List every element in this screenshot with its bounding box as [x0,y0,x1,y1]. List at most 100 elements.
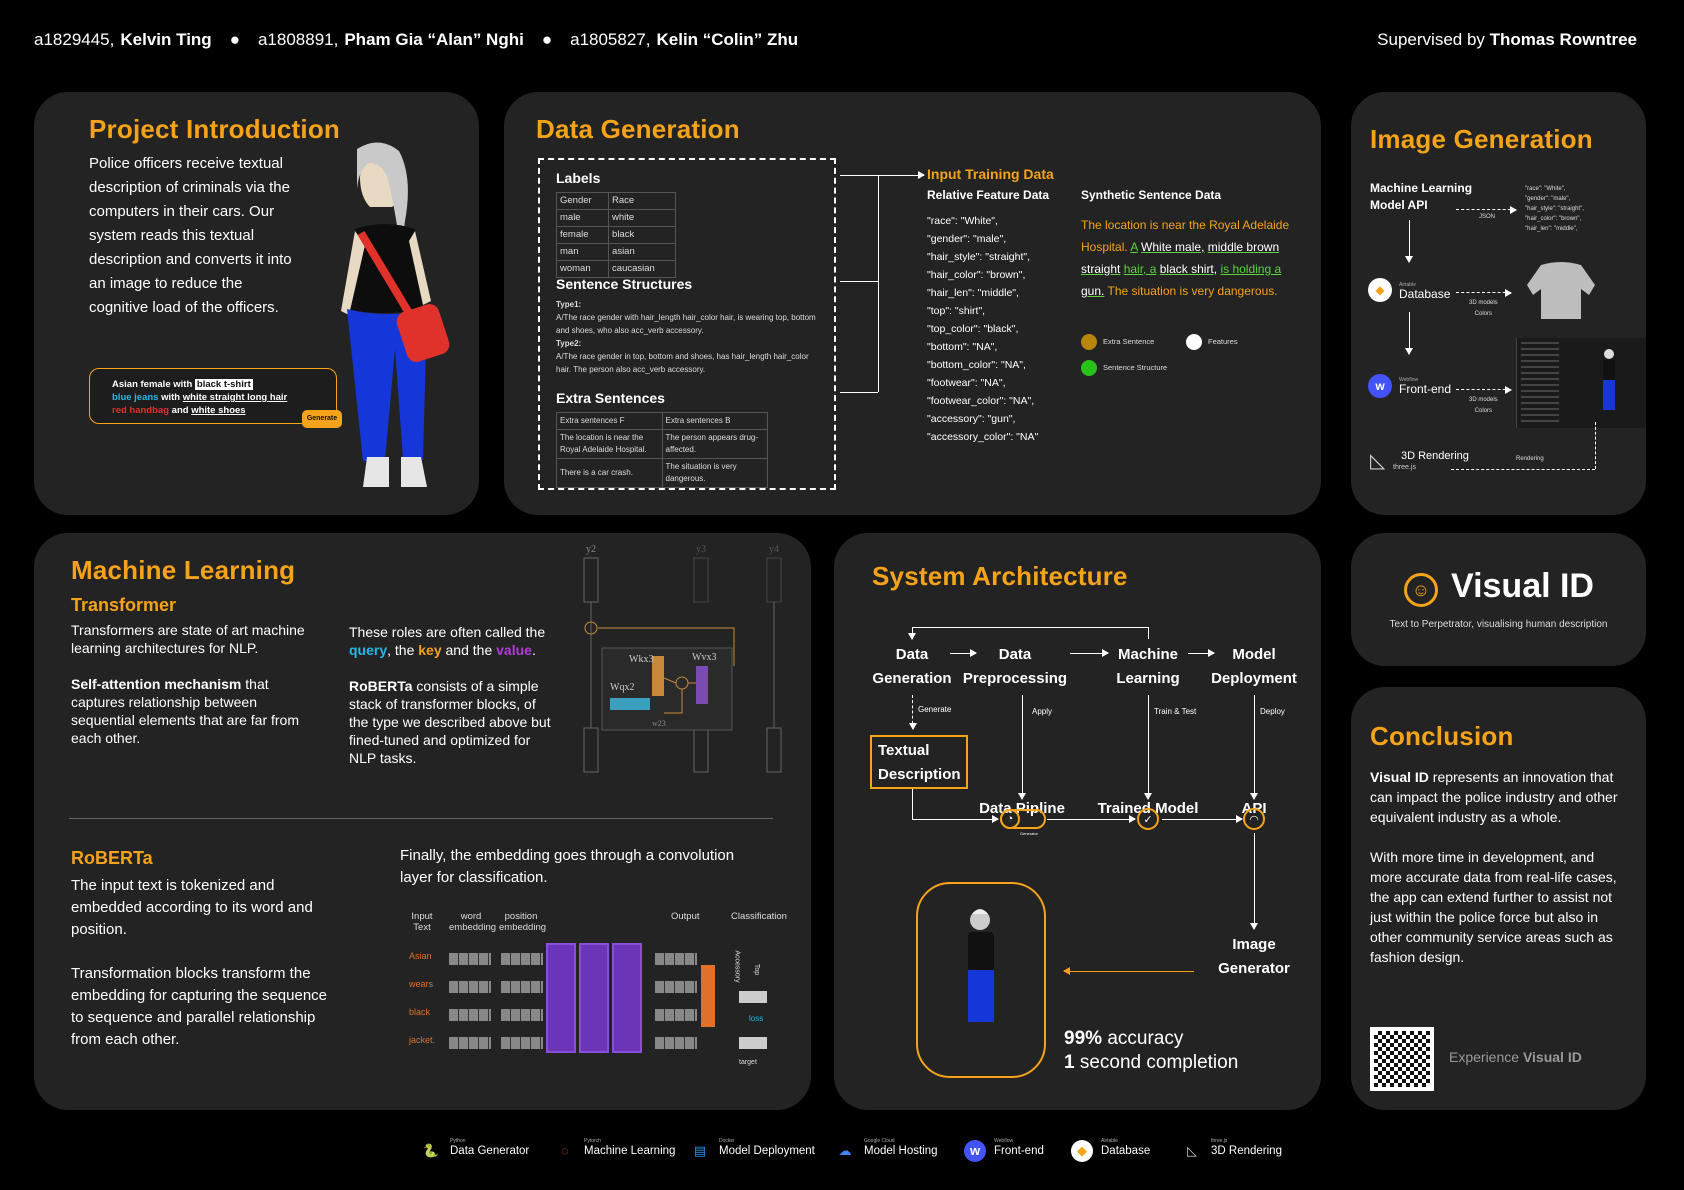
json-line: "hair_color": "brown", [1525,216,1582,222]
connector-arrow [1047,815,1136,823]
cta-prefix: Experience [1449,1049,1520,1065]
footer-label: Model Hosting [864,1145,938,1157]
json-line: "gender": "male", [1525,196,1571,202]
edge-train-test: Train & Test [1154,707,1197,716]
col-pos: position embedding [499,911,547,933]
extra-row: Extra sentences F Extra sentences B [556,412,768,430]
col-word: word embedding [449,911,497,933]
webflow-icon: w [964,1140,986,1162]
experience-cta[interactable]: Experience Visual ID [1449,1049,1582,1065]
imagegen-panel: Image Generation Machine Learning Model … [1351,92,1646,515]
wifi-icon: ◠ [1243,808,1265,830]
divider [69,818,773,819]
labels-cell: black [608,226,676,244]
x1-vector [583,727,599,773]
separator-dot: ● [541,30,553,49]
models-colors: 3D models Colors [1469,395,1498,417]
labels-table: Gender Race male white female black man asian wo… [555,192,676,278]
avatar-figure [341,142,450,487]
labels-cell: caucasian [608,260,676,278]
labels-cell: male [555,209,610,227]
labels-cell: white [608,209,676,227]
ml-p3-text: These roles are often called the [349,624,546,640]
footer-small: Pytorch [584,1138,601,1144]
synth-structure: is holding a [1220,262,1282,276]
key-vector [652,656,664,696]
stage-model-deployment: Model Deployment [1211,646,1297,687]
conclusion-title: Conclusion [1370,721,1514,751]
feature-item: "footwear_color": "NA", [927,395,1035,407]
position-embedding [501,1009,543,1021]
roberta-diagram: Input Text word embedding position embed… [399,911,799,1111]
roberta-heading: RoBERTa [71,848,153,868]
diag-wv: Wvx3 [692,652,716,663]
class-accessory: Accessory [733,950,741,983]
extra-cell: The location is near the Royal Adelaide … [556,429,663,459]
position-embedding [501,1037,543,1049]
connector-arrow [1405,220,1413,263]
generated-avatar [966,909,996,1030]
x4-vector [766,727,782,773]
conclusion-p1-bold: Visual ID [1370,769,1429,785]
author3-id: a1805827, [570,30,651,49]
models-label: 3D models [1469,397,1498,403]
roberta-text: The input text is tokenized and embedded… [71,875,341,1051]
qr-code[interactable] [1370,1027,1434,1091]
transformer-block [546,943,576,1053]
diag-y3: y3 [696,544,706,555]
output-embedding [655,1037,697,1049]
connector-arrow [1144,695,1152,800]
generator-small: Generator [1020,831,1039,836]
connector [878,175,879,392]
footer-label: Machine Learning [584,1145,676,1157]
models-colors: 3D models Colors [1469,298,1498,320]
output-embedding [655,981,697,993]
screenshot-list [1521,342,1559,422]
footer-small: Webflow [994,1138,1014,1144]
legend-label: Sentence Structure [1103,362,1168,372]
feedback-line [912,627,1148,628]
feature-item: "top_color": "black", [927,323,1019,335]
json-preview: "race": "White", "gender": "male", "hair_s… [1525,184,1584,234]
ml-p3-text: . [531,642,536,658]
feature-item: "hair_style": "straight", [927,251,1031,263]
edge-apply: Apply [1032,707,1053,716]
feature-item: "bottom_color": "NA", [927,359,1026,371]
generate-button[interactable]: Generate [302,410,342,428]
connector-arrow [1456,386,1512,394]
structures-heading: Sentence Structures [556,276,693,292]
arch-panel: System Architecture Data Generation Data… [834,533,1321,1110]
pytorch-icon: ◌ [561,1143,569,1158]
synth-structure: A [1130,240,1138,254]
colors-label: Colors [1474,311,1493,317]
ml-p2-bold: Self-attention mechanism [71,676,242,692]
y3-vector [693,557,709,603]
airtable-icon: ◆ [1071,1140,1093,1162]
imagegen-title: Image Generation [1370,124,1593,154]
y2-vector [583,557,599,603]
connector-arrow [1405,312,1413,355]
labels-row: female black [555,226,676,244]
footer-small: Docker [719,1138,735,1144]
col-output: Output [671,911,700,922]
extra-table: Extra sentences F Extra sentences B The lo… [556,412,768,488]
feedback-arrow [908,627,916,640]
edge-generate: Generate [918,705,952,714]
connector-arrow [1063,967,1194,975]
roberta-p2: Transformation blocks transform the embe… [71,965,328,1048]
datagen-source-box: Labels Gender Race male white female black man… [538,158,836,490]
demo-text-highlight: black t-shirt [194,379,253,390]
type2-label: Type2: [556,339,582,348]
legend-item-extra: Extra Sentence [1081,334,1154,350]
extra-cell: There is a car crash. [556,458,663,488]
diag-wq: Wqx2 [610,682,634,693]
connector-arrow [1162,815,1243,823]
output-embedding [655,1009,697,1021]
google-cloud-icon: ☁ [838,1143,852,1158]
ml-p4-bold: RoBERTa [349,678,413,694]
relative-heading: Relative Feature Data [927,188,1050,202]
demo-text: Asian female with [112,379,193,390]
speed-label: second completion [1079,1052,1239,1073]
edge-deploy: Deploy [1260,707,1285,716]
ml-p4: RoBERTa consists of a simple stack of tr… [349,677,554,767]
